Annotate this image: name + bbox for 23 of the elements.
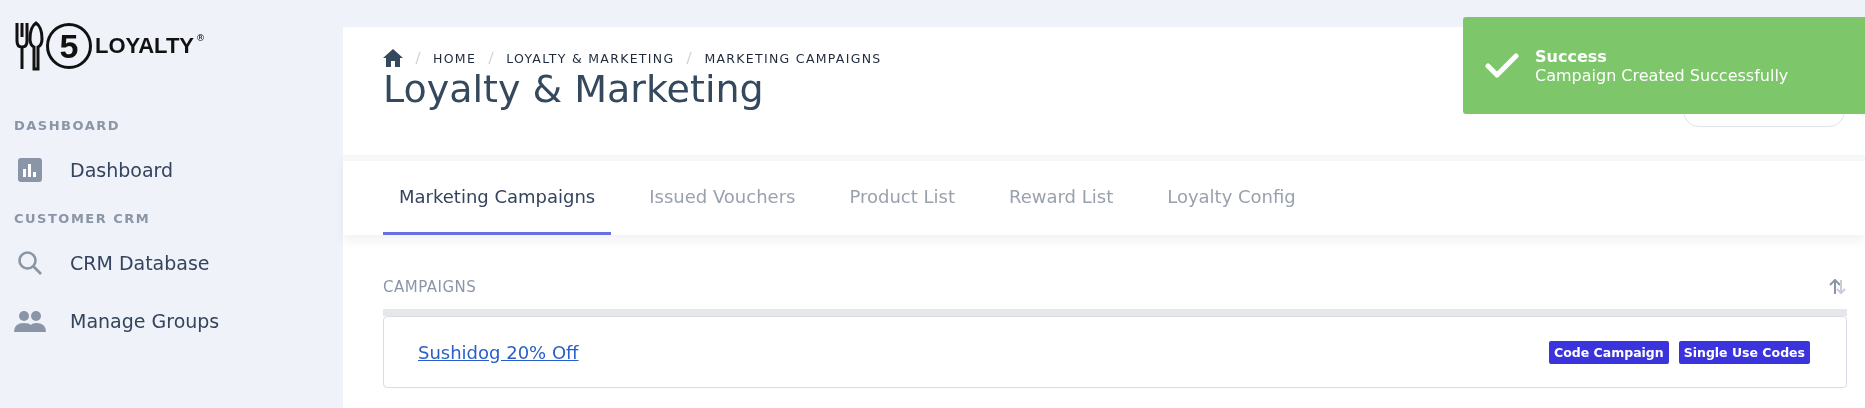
separator-icon: [686, 51, 693, 65]
section-heading: DASHBOARD: [14, 118, 122, 133]
separator-icon: [488, 51, 495, 65]
section-heading: CUSTOMER CRM: [14, 211, 152, 226]
sidebar-item[interactable]: Manage Groups: [70, 310, 220, 332]
people-icon: [14, 310, 46, 332]
campaign-link[interactable]: Sushidog 20% Off: [418, 341, 579, 363]
sort-icon[interactable]: [1829, 279, 1847, 295]
toast-title: Success: [1535, 46, 1608, 66]
separator-icon: [415, 51, 421, 65]
toast-message: Campaign Created Successfully: [1535, 65, 1789, 85]
home-icon[interactable]: [383, 49, 403, 67]
page-title: Loyalty & Marketing: [383, 67, 764, 111]
sidebar-item[interactable]: CRM Database: [70, 252, 210, 274]
tag: Single Use Codes: [1678, 340, 1810, 364]
check-icon: [1485, 52, 1519, 79]
tab[interactable]: Marketing Campaigns: [383, 161, 612, 235]
breadcrumb-link[interactable]: LOYALTY & MARKETING: [506, 50, 675, 66]
logo: 5 LOYALTY®: [14, 21, 205, 71]
tag: Code Campaign: [1549, 340, 1669, 364]
section-heading: CAMPAIGNS: [383, 278, 477, 296]
sidebar-item[interactable]: Dashboard: [70, 159, 174, 181]
breadcrumb-link[interactable]: HOME: [433, 50, 477, 66]
